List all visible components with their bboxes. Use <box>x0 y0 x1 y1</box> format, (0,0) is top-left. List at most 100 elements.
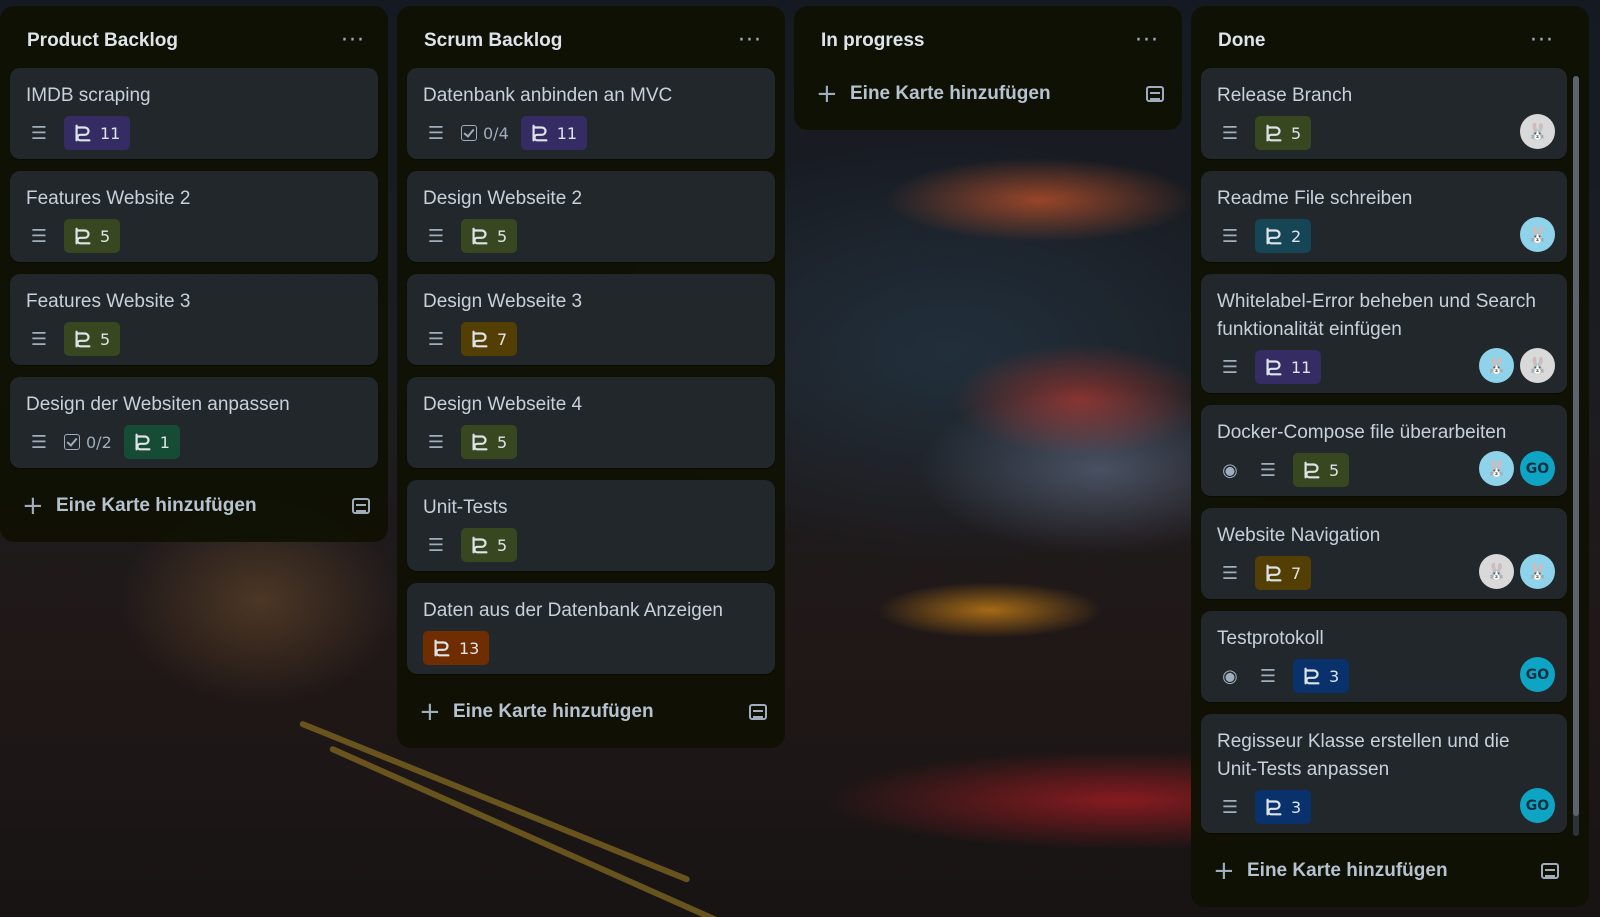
list-menu-button[interactable]: ··· <box>336 30 370 52</box>
card[interactable]: Features Website 2 ☰ 5 <box>10 171 378 262</box>
add-card-label: Eine Karte hinzufügen <box>850 83 1051 104</box>
story-points-badge: 5 <box>1255 116 1312 150</box>
story-points-value: 13 <box>459 638 480 658</box>
card[interactable]: Readme File schreiben ☰ 2 🐰 <box>1201 171 1567 262</box>
card-title: Docker-Compose file überarbeiten <box>1217 422 1507 443</box>
add-card-content: + Eine Karte hinzufügen <box>816 79 1051 109</box>
card-template-icon[interactable] <box>1541 863 1559 879</box>
list-title: Done <box>1218 30 1266 51</box>
add-card-content: + Eine Karte hinzufügen <box>22 491 257 521</box>
card[interactable]: Website Navigation ☰ 7 🐰 🐰 <box>1201 508 1567 599</box>
card[interactable]: Features Website 3 ☰ 5 <box>10 274 378 365</box>
member-avatar[interactable]: 🐰 <box>1520 217 1555 252</box>
story-points-value: 5 <box>497 226 508 246</box>
card[interactable]: Regisseur Klasse erstellen und die Unit-… <box>1201 714 1567 833</box>
plus-icon: + <box>419 697 441 727</box>
card-members: 🐰 🐰 <box>1479 554 1555 589</box>
card-badges: ☰ 11 <box>26 116 362 150</box>
description-icon: ☰ <box>427 534 445 556</box>
member-avatar[interactable]: 🐰 <box>1479 451 1514 486</box>
story-points-icon <box>75 227 91 245</box>
card-template-icon[interactable] <box>352 498 370 514</box>
description-icon: ☰ <box>1221 356 1239 378</box>
checklist-progress: 0/2 <box>86 432 112 452</box>
member-avatar[interactable]: 🐰 <box>1479 554 1514 589</box>
member-avatar[interactable]: 🐰 <box>1479 348 1514 383</box>
story-points-icon <box>75 330 91 348</box>
card-title: Features Website 2 <box>26 188 191 209</box>
add-card-button[interactable]: + Eine Karte hinzufügen <box>407 686 775 738</box>
checklist-badge: 0/2 <box>64 433 112 452</box>
member-avatar[interactable]: GO <box>1520 451 1555 486</box>
add-card-content: + Eine Karte hinzufügen <box>1213 856 1448 886</box>
card-badges: ☰ 2 <box>1217 219 1551 253</box>
story-points-badge: 1 <box>123 425 180 459</box>
card-title: Design Webseite 2 <box>423 188 583 209</box>
checklist-progress: 0/4 <box>483 123 509 143</box>
card-title: Regisseur Klasse erstellen und die Unit-… <box>1217 731 1510 780</box>
card[interactable]: IMDB scraping ☰ 11 <box>10 68 378 159</box>
list-header: Done ··· <box>1201 14 1567 68</box>
add-card-button[interactable]: + Eine Karte hinzufügen <box>1201 845 1567 897</box>
add-card-button[interactable]: + Eine Karte hinzufügen <box>804 68 1172 120</box>
card[interactable]: Daten aus der Datenbank Anzeigen 13 <box>407 583 775 674</box>
story-points-icon <box>1266 564 1282 582</box>
card-badges: ☰ 0/2 1 <box>26 425 362 459</box>
list-menu-button[interactable]: ··· <box>733 30 767 52</box>
story-points-value: 11 <box>100 123 121 143</box>
list-menu-button[interactable]: ··· <box>1525 30 1559 52</box>
card[interactable]: Unit-Tests ☰ 5 <box>407 480 775 571</box>
card[interactable]: Design der Websiten anpassen ☰ 0/2 1 <box>10 377 378 468</box>
list-in-progress: In progress ··· + Eine Karte hinzufügen <box>794 6 1182 130</box>
story-points-value: 5 <box>497 432 508 452</box>
list-header: Scrum Backlog ··· <box>407 14 775 68</box>
list-menu-button[interactable]: ··· <box>1130 30 1164 52</box>
card-template-icon[interactable] <box>749 704 767 720</box>
story-points-icon <box>1266 358 1282 376</box>
card-badges: 13 <box>423 631 759 665</box>
story-points-value: 11 <box>556 123 578 143</box>
card[interactable]: Datenbank anbinden an MVC ☰ 0/4 11 <box>407 68 775 159</box>
story-points-icon <box>532 124 548 142</box>
card-badges: ☰ 5 <box>1217 116 1551 150</box>
description-icon: ☰ <box>1221 225 1239 247</box>
card[interactable]: Docker-Compose file überarbeiten ◉ ☰ 5 🐰… <box>1201 405 1567 496</box>
card[interactable]: Testprotokoll ◉ ☰ 3 GO <box>1201 611 1567 702</box>
card-template-icon[interactable] <box>1146 86 1164 102</box>
story-points-value: 5 <box>100 226 111 246</box>
list-header: Product Backlog ··· <box>10 14 378 68</box>
card[interactable]: Design Webseite 2 ☰ 5 <box>407 171 775 262</box>
plus-icon: + <box>22 491 44 521</box>
story-points-badge: 3 <box>1255 790 1312 824</box>
card[interactable]: Design Webseite 4 ☰ 5 <box>407 377 775 468</box>
member-avatar[interactable]: 🐰 <box>1520 348 1555 383</box>
card-title: Features Website 3 <box>26 291 191 312</box>
card[interactable]: Whitelabel-Error beheben und Search funk… <box>1201 274 1567 393</box>
card[interactable]: Release Branch ☰ 5 🐰 <box>1201 68 1567 159</box>
member-avatar[interactable]: GO <box>1520 657 1555 692</box>
description-icon: ☰ <box>427 122 445 144</box>
story-points-value: 2 <box>1291 226 1302 246</box>
story-points-badge: 7 <box>1255 556 1312 590</box>
description-icon: ☰ <box>1259 459 1277 481</box>
card-title: Design der Websiten anpassen <box>26 394 290 415</box>
story-points-badge: 7 <box>461 322 518 356</box>
member-avatar[interactable]: 🐰 <box>1520 554 1555 589</box>
story-points-badge: 5 <box>461 425 518 459</box>
eye-icon: ◉ <box>1222 459 1238 481</box>
story-points-badge: 11 <box>520 116 588 150</box>
member-avatar[interactable]: 🐰 <box>1520 114 1555 149</box>
add-card-button[interactable]: + Eine Karte hinzufügen <box>10 480 378 532</box>
story-points-value: 3 <box>1291 797 1302 817</box>
card-members: 🐰 <box>1520 114 1555 149</box>
member-avatar[interactable]: GO <box>1520 788 1555 823</box>
story-points-icon <box>1266 124 1282 142</box>
card-title: Design Webseite 4 <box>423 394 583 415</box>
scrollbar-thumb[interactable] <box>1573 76 1579 816</box>
card-members: GO <box>1520 657 1555 692</box>
description-icon: ☰ <box>1221 562 1239 584</box>
plus-icon: + <box>816 79 838 109</box>
list-scrollbar[interactable] <box>1573 76 1579 836</box>
description-icon: ☰ <box>1221 796 1239 818</box>
card[interactable]: Design Webseite 3 ☰ 7 <box>407 274 775 365</box>
